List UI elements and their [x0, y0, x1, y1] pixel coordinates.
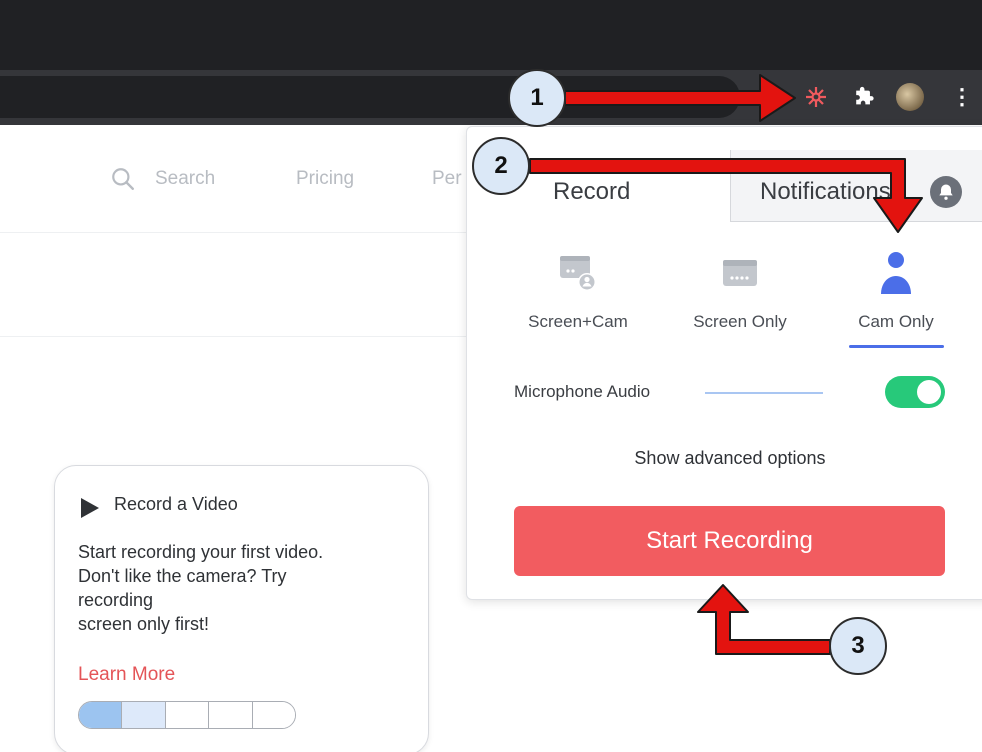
step-badge-2: 2	[472, 137, 530, 195]
screen-only-icon	[723, 260, 757, 286]
learn-more-link[interactable]: Learn More	[78, 664, 175, 686]
microphone-label: Microphone Audio	[514, 382, 651, 401]
progress-step	[122, 702, 166, 728]
divider	[0, 232, 470, 233]
selected-mode-indicator	[849, 345, 944, 348]
nav-partial-link[interactable]: Per	[432, 168, 462, 190]
advanced-options-link[interactable]: Show advanced options	[466, 448, 982, 469]
loom-extension-icon[interactable]	[802, 83, 830, 111]
onboarding-progress	[78, 701, 296, 729]
kebab-glyph: ⋮	[951, 84, 973, 109]
search-icon[interactable]	[110, 166, 136, 192]
mode-screen-cam[interactable]: Screen+Cam	[508, 248, 648, 332]
play-icon	[81, 498, 99, 518]
mode-cam-only[interactable]: Cam Only	[826, 248, 966, 332]
start-recording-button[interactable]: Start Recording	[514, 506, 945, 576]
progress-step	[209, 702, 253, 728]
toggle-knob	[917, 380, 941, 404]
card-title: Record a Video	[114, 494, 238, 514]
tab-record[interactable]: Record	[553, 178, 630, 206]
nav-pricing-link[interactable]: Pricing	[296, 168, 354, 190]
progress-step	[252, 702, 295, 728]
step-badge-3: 3	[829, 617, 887, 675]
progress-step	[165, 702, 210, 728]
browser-tab-strip	[0, 0, 982, 70]
mode-screen-only[interactable]: Screen Only	[670, 248, 810, 332]
divider	[0, 336, 470, 337]
bell-icon[interactable]	[930, 176, 962, 208]
puzzle-extensions-icon[interactable]	[850, 83, 878, 111]
mode-label: Screen+Cam	[528, 312, 628, 331]
step-badge-1: 1	[508, 69, 566, 127]
progress-step	[79, 702, 123, 728]
nav-search-link[interactable]: Search	[155, 168, 215, 190]
tab-notifications-label[interactable]: Notifications	[760, 178, 891, 206]
microphone-toggle[interactable]	[885, 376, 945, 408]
avatar-image	[896, 83, 924, 111]
address-bar[interactable]	[0, 76, 740, 118]
microphone-level-bar	[705, 392, 823, 394]
mode-label: Screen Only	[693, 312, 787, 331]
screen-cam-icon	[560, 256, 596, 291]
card-body: Start recording your first video. Don't …	[78, 542, 324, 634]
mode-label: Cam Only	[858, 312, 934, 331]
screenshot-root: ⋮ Search Pricing Per Record Notification…	[0, 0, 982, 752]
profile-avatar[interactable]	[896, 83, 924, 111]
kebab-menu-icon[interactable]: ⋮	[948, 83, 976, 111]
person-icon	[881, 252, 911, 294]
